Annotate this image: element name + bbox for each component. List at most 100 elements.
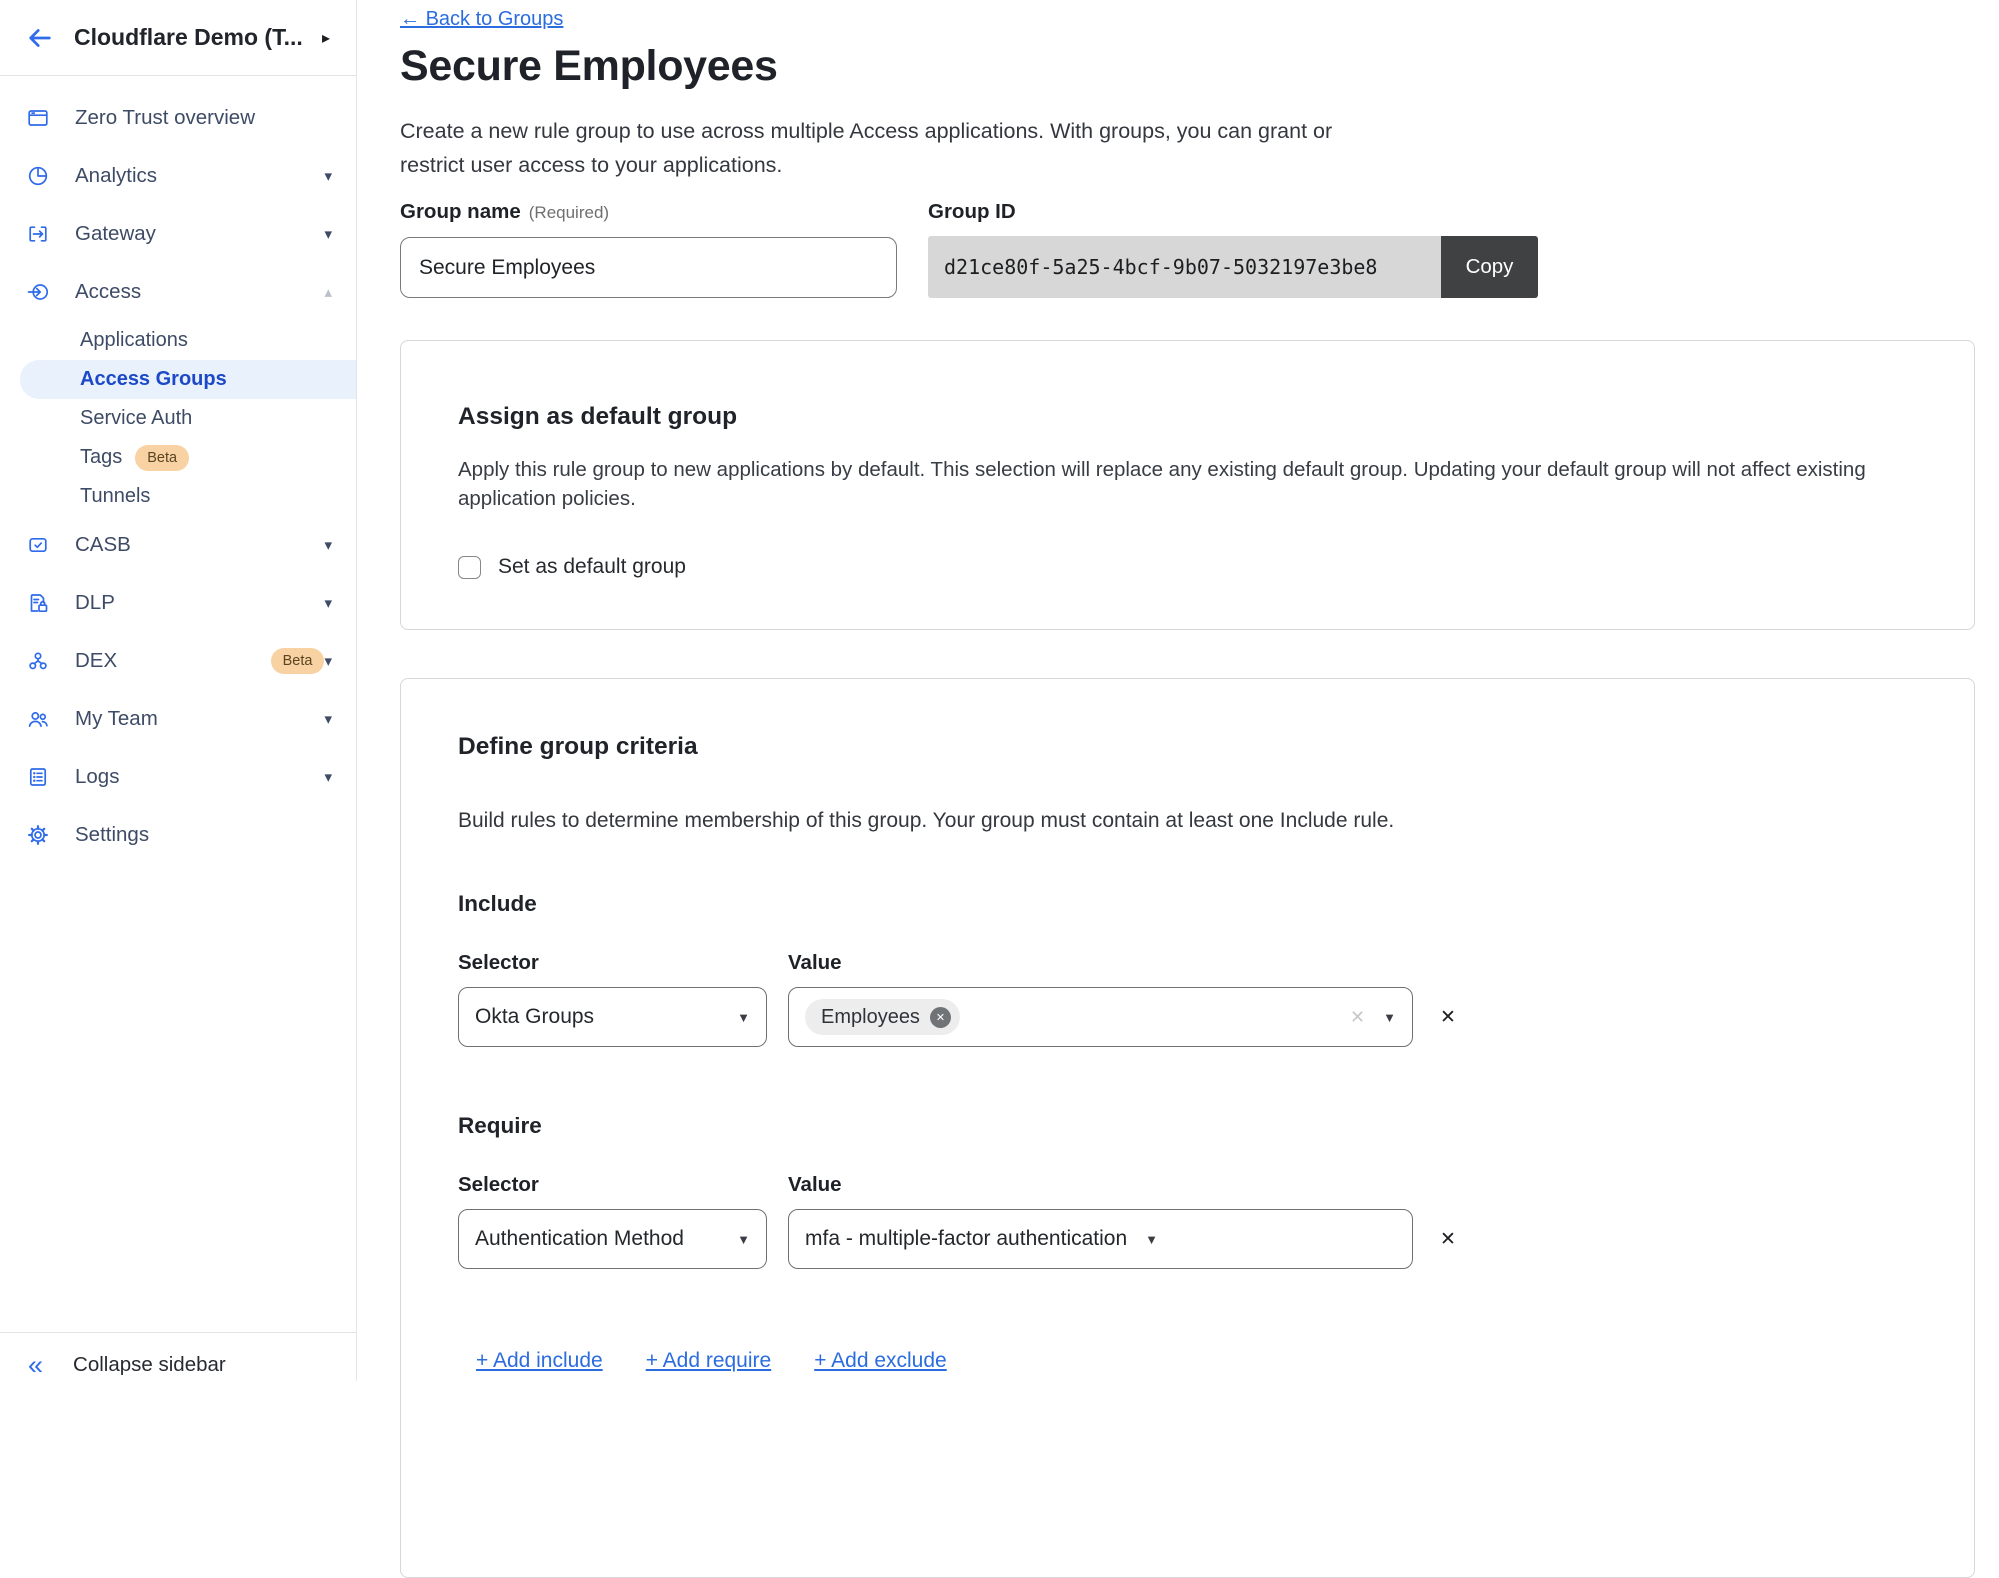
chevron-down-icon[interactable]: ▾: [324, 225, 332, 243]
page-title: Secure Employees: [400, 42, 778, 91]
sidebar-item-label: Logs: [75, 765, 324, 789]
beta-badge: Beta: [271, 648, 325, 674]
assign-default-group-card: Assign as default group Apply this rule …: [400, 340, 1975, 630]
chevron-down-icon: ▼: [737, 1232, 750, 1247]
network-nodes-icon: [26, 649, 53, 673]
chevron-down-icon[interactable]: ▾: [324, 536, 332, 554]
selector-label: Selector: [458, 951, 788, 975]
chevron-down-icon[interactable]: ▾: [324, 768, 332, 786]
double-chevron-left-icon: «: [28, 1355, 43, 1375]
sidebar-item-label: Tunnels: [80, 485, 150, 508]
sidebar: Cloudflare Demo (T... ▸ Zero Trust overv…: [0, 0, 357, 1381]
back-to-groups-link[interactable]: ← Back to Groups: [400, 8, 563, 31]
sidebar-item-label: Gateway: [75, 222, 324, 246]
sidebar-item-settings[interactable]: Settings: [0, 806, 356, 864]
window-icon: [26, 106, 53, 130]
remove-require-rule-button[interactable]: ✕: [1440, 1228, 1456, 1251]
value-label: Value: [788, 951, 842, 975]
sidebar-item-label: Settings: [75, 823, 332, 847]
require-rule-row: Authentication Method ▼ mfa - multiple-f…: [458, 1209, 1917, 1269]
sidebar-item-access-groups[interactable]: Access Groups: [20, 360, 356, 399]
sidebar-item-label: DLP: [75, 591, 324, 615]
page-description: Create a new rule group to use across mu…: [400, 114, 1385, 182]
clear-values-icon[interactable]: ✕: [1350, 1007, 1365, 1028]
sidebar-nav: Zero Trust overview Analytics ▾ Gateway …: [0, 76, 356, 864]
sidebar-item-label: Service Auth: [80, 407, 192, 430]
include-rule-row: Okta Groups ▼ Employees ✕ ✕ ▼ ✕: [458, 987, 1917, 1047]
sidebar-item-label: My Team: [75, 707, 324, 731]
document-lock-icon: [26, 591, 53, 615]
back-arrow-icon[interactable]: [26, 24, 56, 52]
require-selector-dropdown[interactable]: Authentication Method ▼: [458, 1209, 767, 1269]
gateway-icon: [26, 222, 53, 246]
chevron-up-icon[interactable]: ▴: [324, 283, 332, 301]
value-tag: Employees ✕: [805, 999, 960, 1035]
sidebar-item-my-team[interactable]: My Team ▾: [0, 690, 356, 748]
list-document-icon: [26, 765, 53, 789]
sidebar-item-dlp[interactable]: DLP ▾: [0, 574, 356, 632]
sidebar-item-tunnels[interactable]: Tunnels: [0, 477, 356, 516]
include-heading: Include: [458, 891, 1917, 917]
sidebar-item-dex[interactable]: DEX Beta ▾: [0, 632, 356, 690]
chevron-down-icon[interactable]: ▾: [324, 652, 332, 670]
group-name-input[interactable]: [400, 237, 897, 298]
checkbox-label: Set as default group: [498, 555, 686, 579]
sidebar-item-label: Access: [75, 280, 324, 304]
sidebar-item-label: DEX: [75, 649, 258, 673]
sidebar-item-label: Applications: [80, 329, 188, 352]
require-value-dropdown[interactable]: mfa - multiple-factor authentication ▼: [788, 1209, 1413, 1269]
sidebar-item-zero-trust-overview[interactable]: Zero Trust overview: [0, 89, 356, 147]
chevron-down-icon[interactable]: ▾: [324, 594, 332, 612]
card-title: Define group criteria: [458, 733, 1917, 761]
sidebar-item-access[interactable]: Access ▴: [0, 263, 356, 321]
chevron-down-icon: ▼: [1145, 1232, 1158, 1247]
chevron-down-icon: ▼: [737, 1010, 750, 1025]
beta-badge: Beta: [135, 445, 189, 471]
sidebar-item-casb[interactable]: CASB ▾: [0, 516, 356, 574]
chevron-down-icon[interactable]: ▾: [324, 167, 332, 185]
group-id-value: d21ce80f-5a25-4bcf-9b07-5032197e3be8: [928, 236, 1441, 298]
sidebar-item-applications[interactable]: Applications: [0, 321, 356, 360]
define-group-criteria-card: Define group criteria Build rules to det…: [400, 678, 1975, 1578]
remove-tag-icon[interactable]: ✕: [930, 1007, 951, 1028]
back-arrow-icon: ←: [400, 8, 420, 30]
set-default-group-checkbox[interactable]: [458, 556, 481, 579]
sidebar-header: Cloudflare Demo (T... ▸: [0, 0, 356, 76]
gear-icon: [26, 823, 53, 847]
group-id-label: Group ID: [928, 200, 1538, 224]
add-exclude-link[interactable]: + Add exclude: [814, 1349, 947, 1373]
card-title: Assign as default group: [458, 403, 1917, 431]
sidebar-item-label: Access Groups: [80, 368, 227, 391]
card-description: Build rules to determine membership of t…: [458, 809, 1917, 833]
selector-label: Selector: [458, 1173, 788, 1197]
account-name[interactable]: Cloudflare Demo (T...: [74, 24, 318, 51]
people-icon: [26, 707, 53, 731]
access-login-icon: [26, 280, 53, 304]
require-heading: Require: [458, 1113, 1917, 1139]
chevron-down-icon: ▼: [1383, 1010, 1396, 1025]
group-form-row: Group name(Required) Group ID d21ce80f-5…: [400, 200, 1538, 298]
sidebar-item-label: CASB: [75, 533, 324, 557]
collapse-sidebar-button[interactable]: « Collapse sidebar: [0, 1332, 356, 1377]
group-name-label: Group name(Required): [400, 200, 897, 224]
include-value-multiselect[interactable]: Employees ✕ ✕ ▼: [788, 987, 1413, 1047]
sidebar-item-logs[interactable]: Logs ▾: [0, 748, 356, 806]
casb-shield-check-icon: [26, 533, 53, 557]
sidebar-item-label: Tags: [80, 446, 122, 469]
remove-include-rule-button[interactable]: ✕: [1440, 1006, 1456, 1029]
sidebar-item-gateway[interactable]: Gateway ▾: [0, 205, 356, 263]
value-label: Value: [788, 1173, 842, 1197]
sidebar-item-label: Zero Trust overview: [75, 106, 332, 130]
required-hint: (Required): [529, 203, 609, 222]
sidebar-item-label: Analytics: [75, 164, 324, 188]
main-content: ← Back to Groups Secure Employees Create…: [357, 0, 1999, 1381]
include-selector-dropdown[interactable]: Okta Groups ▼: [458, 987, 767, 1047]
chevron-right-icon[interactable]: ▸: [318, 24, 334, 52]
sidebar-item-tags[interactable]: Tags Beta: [0, 438, 356, 477]
sidebar-item-analytics[interactable]: Analytics ▾: [0, 147, 356, 205]
copy-button[interactable]: Copy: [1441, 236, 1538, 298]
chevron-down-icon[interactable]: ▾: [324, 710, 332, 728]
sidebar-item-service-auth[interactable]: Service Auth: [0, 399, 356, 438]
add-require-link[interactable]: + Add require: [646, 1349, 772, 1373]
add-include-link[interactable]: + Add include: [476, 1349, 603, 1373]
